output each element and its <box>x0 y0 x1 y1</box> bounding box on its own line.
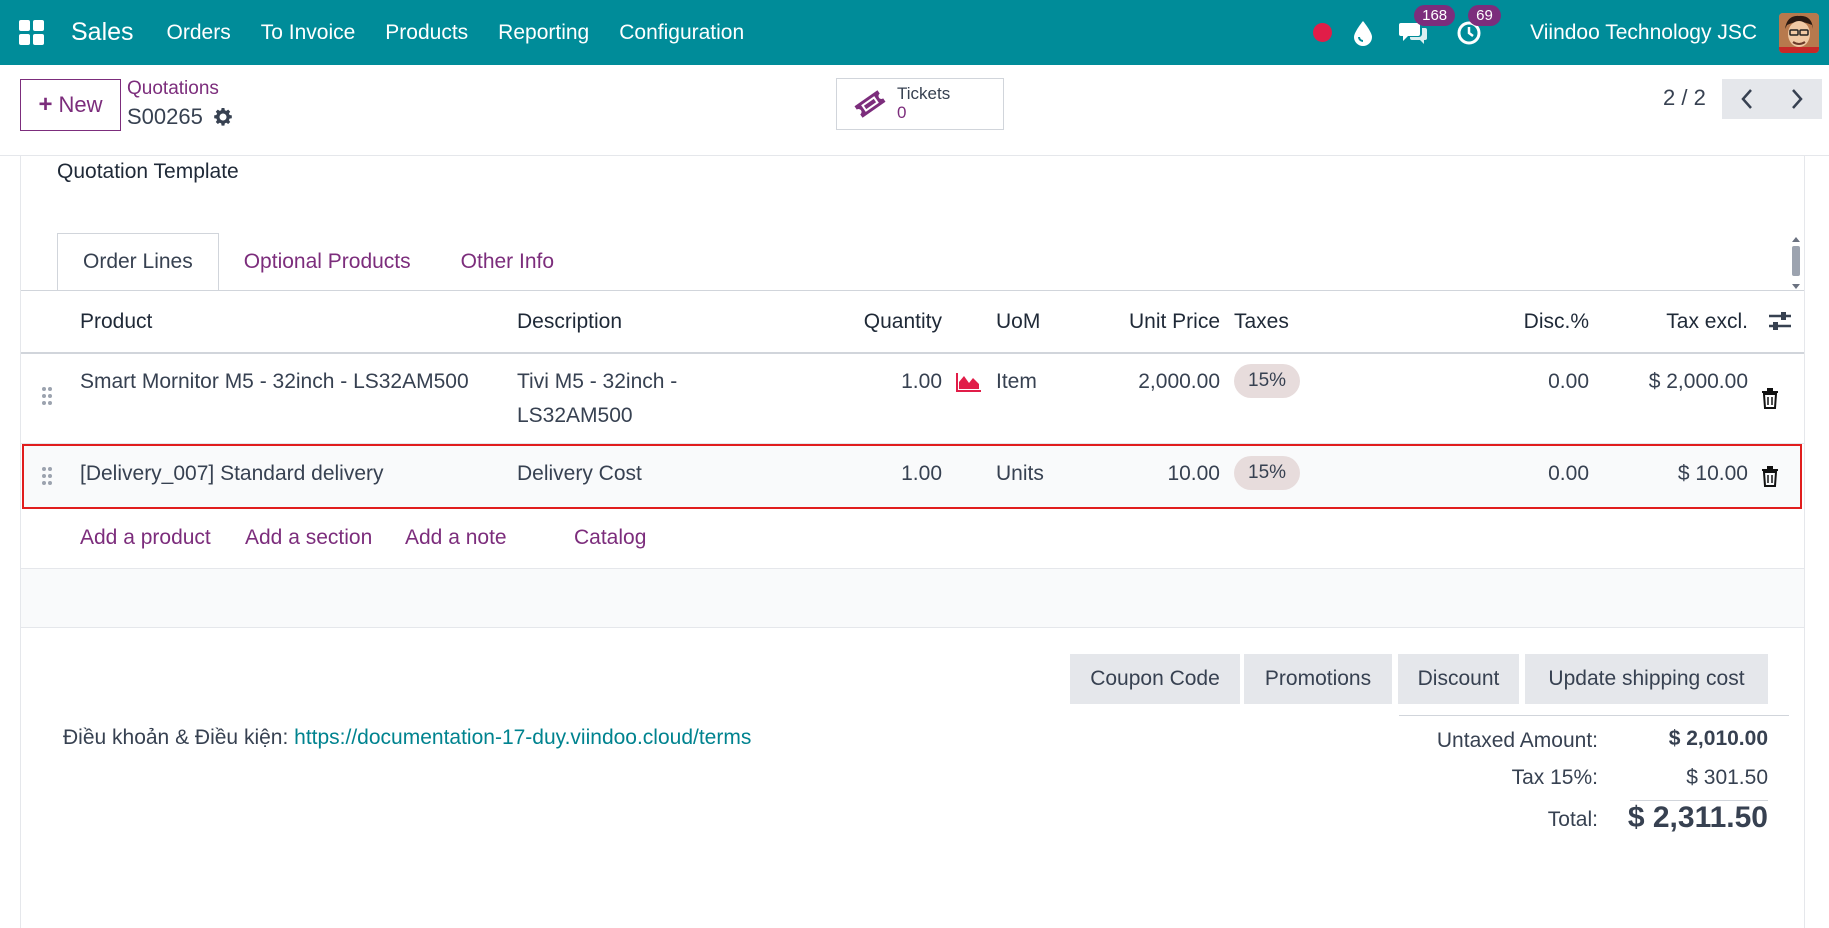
col-product[interactable]: Product <box>80 310 152 334</box>
discount-button[interactable]: Discount <box>1398 654 1519 704</box>
pager-next-button[interactable] <box>1772 79 1822 119</box>
tab-divider <box>21 290 1804 291</box>
row2-trash-icon[interactable] <box>1761 466 1779 487</box>
col-tax-excl[interactable]: Tax excl. <box>1620 310 1748 334</box>
messages-button[interactable]: 168 <box>1398 4 1456 47</box>
row2-description[interactable]: Delivery Cost <box>517 462 642 486</box>
apps-menu-icon[interactable] <box>0 0 62 65</box>
row1-tax-badge[interactable]: 15% <box>1234 364 1301 398</box>
row2-uom[interactable]: Units <box>996 462 1044 486</box>
stat-label: Tickets <box>897 83 951 103</box>
total-value: $ 2,311.50 <box>1627 801 1768 834</box>
row2-product[interactable]: [Delivery_007] Standard delivery <box>80 462 384 486</box>
totals-divider <box>1399 715 1789 716</box>
row2-quantity[interactable]: 1.00 <box>840 462 942 486</box>
record-name: S00265 <box>127 104 203 129</box>
company-switcher[interactable]: Viindoo Technology JSC <box>1530 21 1757 45</box>
row1-description-line1[interactable]: Tivi M5 - 32inch - <box>517 370 677 394</box>
untaxed-amount-value: $ 2,010.00 <box>1668 727 1768 750</box>
chevron-left-icon <box>1741 89 1752 109</box>
row1-description-line2[interactable]: LS32AM500 <box>517 404 633 428</box>
menu-reporting[interactable]: Reporting <box>483 21 604 45</box>
water-drop-icon[interactable] <box>1352 20 1374 46</box>
scrollbar[interactable] <box>1791 237 1801 289</box>
user-avatar[interactable] <box>1779 12 1819 53</box>
row2-unit-price[interactable]: 10.00 <box>1100 462 1220 486</box>
tickets-stat-button[interactable]: Tickets 0 <box>836 78 1004 130</box>
promotions-button[interactable]: Promotions <box>1244 654 1392 704</box>
forecast-chart-icon[interactable] <box>956 372 982 392</box>
pager-value[interactable]: 2 / 2 <box>1663 85 1706 111</box>
row2-tax-badge[interactable]: 15% <box>1234 456 1301 490</box>
catalog-link[interactable]: Catalog <box>574 526 646 550</box>
pager-previous-button[interactable] <box>1722 79 1772 119</box>
add-section-link[interactable]: Add a section <box>245 526 372 550</box>
chevron-right-icon <box>1792 89 1803 109</box>
drag-handle-icon[interactable] <box>41 386 53 406</box>
row1-quantity[interactable]: 1.00 <box>840 370 942 394</box>
row1-product[interactable]: Smart Mornitor M5 - 32inch - LS32AM500 <box>80 370 469 394</box>
plus-icon: + <box>38 91 53 118</box>
stat-value: 0 <box>897 103 907 123</box>
control-panel: + New Quotations S00265 Tickets 0 2 / 2 <box>0 65 1829 156</box>
row1-unit-price[interactable]: 2,000.00 <box>1100 370 1220 394</box>
col-description[interactable]: Description <box>517 310 622 334</box>
list-footer <box>21 568 1804 628</box>
new-button[interactable]: + New <box>20 79 121 131</box>
col-unit-price[interactable]: Unit Price <box>1100 310 1220 334</box>
tax-value: $ 301.50 <box>1686 766 1768 789</box>
col-discount[interactable]: Disc.% <box>1480 310 1589 334</box>
terms-link[interactable]: https://documentation-17-duy.viindoo.clo… <box>294 726 751 749</box>
col-quantity[interactable]: Quantity <box>840 310 942 334</box>
tab-optional-products[interactable]: Optional Products <box>219 233 436 291</box>
new-button-label: New <box>58 92 103 117</box>
tab-other-info[interactable]: Other Info <box>436 233 579 291</box>
untaxed-amount-label: Untaxed Amount: <box>1436 729 1598 752</box>
app-name[interactable]: Sales <box>62 18 152 47</box>
messages-badge: 168 <box>1414 4 1456 26</box>
gear-icon[interactable] <box>213 107 233 127</box>
optional-columns-icon[interactable] <box>1767 310 1793 332</box>
breadcrumb-current: S00265 <box>127 104 233 130</box>
top-navbar: Sales Orders To Invoice Products Reporti… <box>0 0 1829 65</box>
row1-subtotal: $ 2,000.00 <box>1648 370 1748 393</box>
menu-to-invoice[interactable]: To Invoice <box>246 21 371 45</box>
header-divider <box>21 352 1804 354</box>
breadcrumb-quotations[interactable]: Quotations <box>127 78 219 100</box>
quotation-template-label: Quotation Template <box>57 160 239 183</box>
recording-dot-icon[interactable] <box>1313 23 1333 42</box>
update-shipping-cost-button[interactable]: Update shipping cost <box>1525 654 1768 704</box>
notebook-tabs: Order Lines Optional Products Other Info <box>57 233 579 291</box>
coupon-code-button[interactable]: Coupon Code <box>1070 654 1240 704</box>
ticket-icon <box>854 90 886 118</box>
tax-label: Tax 15%: <box>1511 766 1598 789</box>
total-label: Total: <box>1547 808 1598 831</box>
stat-text: Tickets 0 <box>897 83 951 124</box>
add-product-link[interactable]: Add a product <box>80 526 211 550</box>
row1-trash-icon[interactable] <box>1761 388 1779 409</box>
activities-badge: 69 <box>1468 4 1501 26</box>
menu-configuration[interactable]: Configuration <box>604 21 759 45</box>
row2-discount[interactable]: 0.00 <box>1480 462 1589 486</box>
terms-and-conditions: Điều khoản & Điều kiện: https://document… <box>63 726 751 750</box>
menu-orders[interactable]: Orders <box>152 21 246 45</box>
row1-uom[interactable]: Item <box>996 370 1037 394</box>
col-uom[interactable]: UoM <box>996 310 1040 334</box>
drag-handle-icon[interactable] <box>41 466 53 486</box>
menu-products[interactable]: Products <box>370 21 483 45</box>
row2-subtotal: $ 10.00 <box>1677 462 1748 485</box>
activities-button[interactable]: 69 <box>1456 4 1501 47</box>
terms-label: Điều khoản & Điều kiện: <box>63 726 289 749</box>
add-note-link[interactable]: Add a note <box>405 526 507 550</box>
row1-discount[interactable]: 0.00 <box>1480 370 1589 394</box>
col-taxes[interactable]: Taxes <box>1234 310 1289 334</box>
tab-order-lines[interactable]: Order Lines <box>57 233 219 291</box>
